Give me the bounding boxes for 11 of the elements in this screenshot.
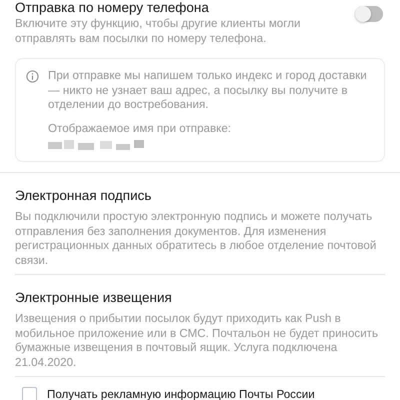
field-label: Отображаемое имя при отправке: [48,122,232,136]
section-title: Электронные извещения [15,290,173,306]
info-icon [26,70,39,83]
section-title: Электронная подпись [15,188,152,204]
section-description: Вы подключили простую электронную подпись и можете получать отправления без заполнения документов. Для изменения регистрационных данных обратитесь в любое отделение почтовой связи. [15,210,378,268]
toggle-switch[interactable] [355,6,383,22]
section-description: Включите эту функцию, чтобы другие клиенты могли отправлять вам посылки по номеру телефона. [15,17,302,46]
section-title: Отправка по номеру телефона [15,0,210,16]
section-description: Извещения о прибытии посылок будут приходить как Push в мобильное приложение или в СМС. Почтальон не будет приносить бумажные извещения в почтовый ящик. Услуга подключена 21.04.2020. [15,312,380,370]
info-text: При отправке мы напишем только индекс и город доставки — никто не узнает ваш адрес, а посылку вы получите в отделении до востребования. [48,69,368,112]
checkbox[interactable] [22,387,37,400]
